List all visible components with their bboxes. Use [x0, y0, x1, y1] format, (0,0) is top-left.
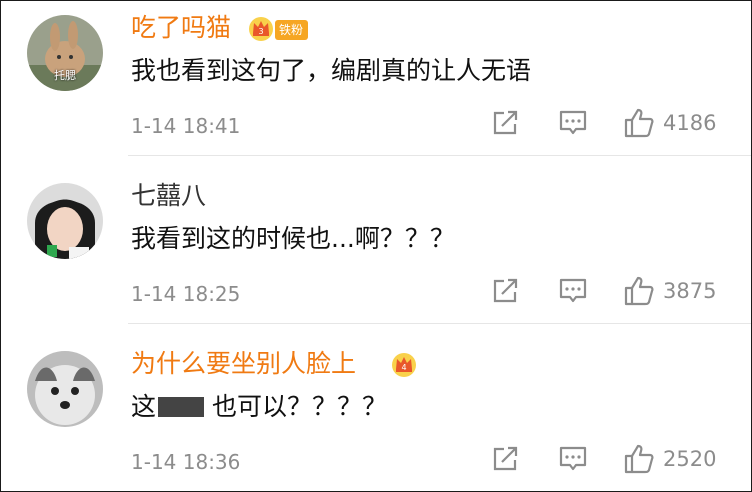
svg-text:4: 4 — [401, 363, 406, 372]
like-count: 2520 — [663, 447, 717, 471]
comment-icon — [559, 278, 587, 303]
comment-text-end: 也可以？？？？ — [212, 392, 388, 421]
username[interactable]: 七囍八 — [131, 181, 206, 211]
like-count: 4186 — [663, 111, 717, 135]
comment-item: 托腮 吃了吗猫 3 铁粉 我也看到这句了，编剧真的让人无语 1-14 18:41 — [1, 1, 751, 163]
comment-text-start: 这 — [131, 392, 157, 421]
like-button[interactable]: 3875 — [623, 274, 716, 308]
comment-item: 为什么要坐别人脸上 4 这 也可以？？？？ 1-14 18:36 2520 — [1, 331, 751, 491]
reply-button[interactable] — [556, 106, 590, 140]
thumbs-up-icon — [624, 108, 654, 138]
comment-list: 托腮 吃了吗猫 3 铁粉 我也看到这句了，编剧真的让人无语 1-14 18:41 — [0, 0, 752, 492]
avatar[interactable]: 托腮 — [27, 15, 103, 91]
reply-button[interactable] — [556, 274, 590, 308]
fan-badge: 铁粉 — [275, 20, 309, 40]
vip-crown-icon: 4 — [392, 353, 416, 377]
comment-text: 我也看到这句了，编剧真的让人无语 — [131, 56, 532, 85]
username[interactable]: 吃了吗猫 — [131, 13, 231, 43]
like-count: 3875 — [663, 279, 717, 303]
comment-item: 七囍八 我看到这的时候也...啊？？？ 1-14 18:25 3875 — [1, 163, 751, 331]
thumbs-up-icon — [624, 444, 654, 474]
username[interactable]: 为什么要坐别人脸上 — [131, 349, 356, 379]
like-button[interactable]: 4186 — [623, 106, 716, 140]
timestamp: 1-14 18:36 — [131, 450, 241, 474]
share-button[interactable] — [489, 106, 523, 140]
comment-icon — [559, 446, 587, 471]
avatar[interactable] — [27, 351, 103, 427]
svg-text:3: 3 — [258, 27, 263, 36]
divider — [128, 155, 751, 156]
share-icon — [493, 446, 518, 471]
avatar-caption: 托腮 — [54, 69, 76, 82]
comment-icon — [559, 110, 587, 135]
timestamp: 1-14 18:41 — [131, 114, 241, 138]
vip-crown-icon: 3 — [249, 17, 273, 41]
divider — [128, 323, 751, 324]
share-button[interactable] — [489, 442, 523, 476]
share-icon — [493, 278, 518, 303]
timestamp: 1-14 18:25 — [131, 282, 241, 306]
censored-block — [158, 397, 205, 417]
share-button[interactable] — [489, 274, 523, 308]
avatar[interactable] — [27, 183, 103, 259]
thumbs-up-icon — [624, 276, 654, 306]
like-button[interactable]: 2520 — [623, 442, 716, 476]
comment-text: 这 也可以？？？？ — [131, 391, 387, 423]
comment-text: 我看到这的时候也...啊？？？ — [131, 224, 455, 253]
share-icon — [493, 110, 518, 135]
reply-button[interactable] — [556, 442, 590, 476]
